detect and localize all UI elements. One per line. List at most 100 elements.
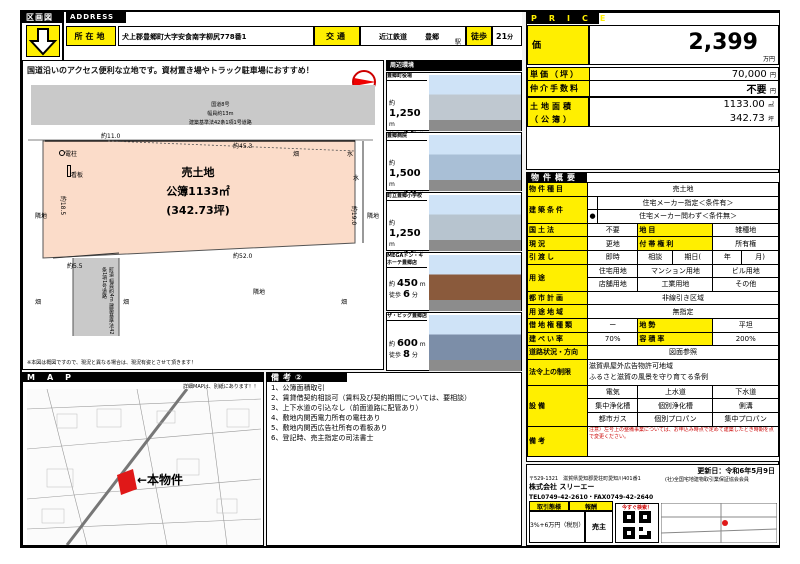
qr-caption: 今すぐ検索！ [621,505,652,511]
bottom-land: 隣地 [253,289,266,296]
commission: 3%+6万円（税別） [529,511,585,543]
futai-label: 付帯権利 [637,236,714,251]
spec-table: 物件種目 売土地 建築条件 住宅メーカー指定＜条件有＞ ● 住宅メーカー問わず＜条件無… [527,182,779,457]
distance-prefix: 約 [389,160,396,167]
pole-marker: 電柱 [59,149,77,158]
dim-right: 約19.0 [350,205,358,226]
distance-value: 1,250 [389,108,421,119]
facility-distance: 約 450 m 徒歩 6 分 [387,279,427,301]
address-label: ADDRESS [66,12,126,23]
yoseki-label: 容積率 [637,331,714,347]
location-value: 犬上郡豊郷町大字安食南字柳尻778番1 [118,26,314,46]
tsubo-price-label: 単価（坪） [527,67,590,81]
cond-2: 住宅メーカー問わず＜条件無＞ [597,209,779,224]
road-label-2: 幅員約13m [207,111,234,117]
status-label: 取引態様 [529,501,569,511]
distance-prefix: 約 [389,341,396,348]
setsubi-label: 設備 [527,384,588,427]
property-marker-label: ←本物件 [137,473,184,487]
kenpei-value: 70% [586,331,639,347]
kenpei-label: 建ぺい率 [527,331,588,347]
yoseki-value: 200% [712,331,779,347]
down-arrow-icon [26,25,60,57]
toshi-label: 都市計画 [527,290,588,306]
sokuji: 即時 [586,249,639,265]
facility-name: 町立豊郷小学校 [387,193,427,201]
company-panel: 更新日：令和6年5月9日 〒529-1321 滋賀県愛知郡愛荘町愛知川401番1… [526,464,780,546]
yoto-label: 用途 [527,263,588,292]
lot-title-3: (342.73坪) [166,204,230,217]
land-label: 土地面積 [530,102,574,111]
walk-minutes-unit: 分 [507,34,514,41]
field-label-2: 畑 [123,299,130,306]
yoto-5: 工業用地 [637,277,714,292]
distance-unit: m [389,181,395,188]
yoto-6: その他 [712,277,779,292]
yoto-3: ビル用地 [712,263,779,279]
street-map [27,389,261,545]
land-area-label: 土地面積 （公簿） [527,97,589,127]
property-flyer: 区画図 ADDRESS 所在地 犬上郡豊郷町大字安食南字柳尻778番1 交通 近… [20,10,780,548]
remark-item: 2、賃貸借契約相談可（賃料及び契約期間については、要相談） [271,394,472,402]
left-land: 隣地 [35,213,48,220]
dim-top: 約11.0 [101,133,121,140]
remarks-list: 1、公簿面積取引 2、賃貸借契約相談可（賃料及び契約期間については、要相談） 3、上… [267,382,521,444]
remark-item: 3、上下水道の引込なし（前面道路に配管あり） [271,404,423,412]
qr-box[interactable]: 今すぐ検索！ [615,503,659,543]
sign-marker: 看板 [67,165,83,179]
price-unit: 万円 [762,56,775,63]
facility-card: MEGAドン・キホーテ豊郷店約 450 m 徒歩 6 分 [386,252,522,311]
shakuchi-label: 借地権種類 [527,317,588,333]
fee-label-2: 報酬 [569,501,613,511]
field-label-1: 畑 [293,151,300,158]
price-title: PRICE [527,13,605,24]
doro-label: 道路状況・方向 [527,345,588,360]
chisei-label: 地勢 [637,317,714,333]
hikiwatashi-label: 引渡し [527,249,588,265]
cond-1-mark [587,195,598,211]
transport-value: 近江鉄道 豊郷 駅 [360,26,466,46]
kind-label: 物件種目 [527,182,588,197]
land-m2-unit: ㎡ [767,102,774,109]
transport-label: 交通 [314,26,360,46]
facility-card: 豊郷町役場約 1,250 m徒歩 16 分 [386,72,522,140]
distance-unit: m [389,121,395,128]
toshi-value: 非線引き区域 [587,290,779,306]
lot-title: 売土地 公簿1133㎡ (342.73坪) [133,163,263,220]
hourei-2: ふるさと滋賀の風景を守り育てる条例 [589,373,708,382]
walk-prefix: 徒歩 [389,352,402,359]
chimoku-value: 雑種地 [712,222,779,238]
tsubo-value: 70,000 [731,68,767,80]
walk-minutes: 21 [496,32,508,41]
nen: 年 [712,249,743,265]
cond-2-mark: ● [587,209,598,224]
tsubo-unit: 円 [769,71,776,79]
yotochiiki-label: 用途地域 [527,304,588,319]
setsubi-8: 個別プロパン [637,411,714,427]
sign-label: 看板 [71,172,84,179]
distance-unit: m [419,281,426,288]
dim-left: 約18.5 [59,195,67,216]
land-m2: 1133.00 [723,99,765,110]
chisei-value: 平坦 [712,317,779,333]
land-label-2: （公簿） [530,115,574,124]
company-license: (社)全国宅地建物取引業保証協会会員 [665,477,749,483]
walk-prefix: 徒歩 [389,292,402,299]
walk-unit: 分 [411,352,418,359]
kokudo-value: 不要 [586,222,639,238]
price-panel: PRICE 価格 2,399 万円 単価（坪）70,000 円 仲介手数料不要 … [526,12,780,170]
land-tsubo: 342.73 [729,113,765,124]
lot-title-2: 公簿1133㎡ [166,185,230,198]
zumen-label: 区画図 [22,12,62,23]
water-label-1: 水 [347,151,354,158]
sodan: 相談 [637,249,674,265]
walk-label: 徒歩 [466,26,492,46]
setsubi-6: 側溝 [712,398,779,413]
remarks-panel: 備考② 1、公簿面積取引 2、賃貸借契約相談可（賃料及び契約期間については、要相談… [266,372,522,546]
station-name: 豊郷 [425,33,439,41]
updated-date: 更新日：令和6年5月9日 [697,467,775,475]
right-land: 隣地 [367,213,380,220]
facility-name: MEGAドン・キホーテ豊郷店 [387,253,427,268]
setsubi-5: 個別浄化槽 [637,398,714,413]
distance-unit: m [419,341,426,348]
